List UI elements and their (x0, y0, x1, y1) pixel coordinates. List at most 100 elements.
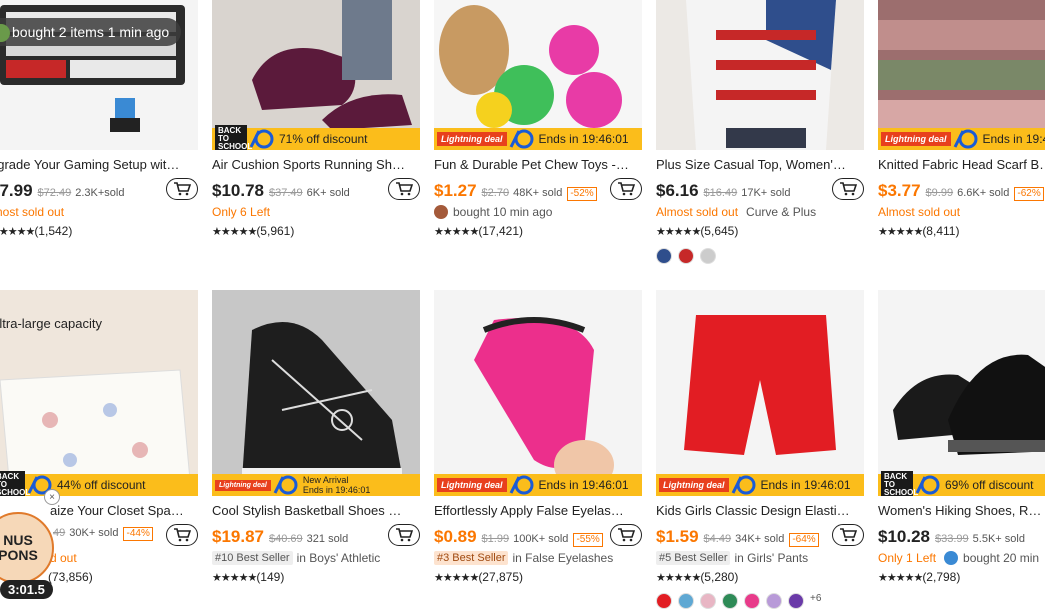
coupon-text-line2: PONS (0, 548, 38, 563)
product-price: $1.59 (656, 527, 699, 547)
stars-icon: ★★★★★ (434, 572, 478, 584)
banner-text: New Arrival Ends in 19:46:01 (303, 475, 371, 495)
original-price: $2.70 (482, 187, 510, 199)
product-image[interactable]: Ultra-large capacity BACK TO SCHOOL 44% … (0, 290, 198, 496)
product-price: 27.99 (0, 181, 33, 201)
stars-icon: ★★★★★ (212, 572, 256, 584)
add-to-cart-button[interactable] (832, 524, 864, 546)
product-title[interactable]: Fun & Durable Pet Chew Toys - Bon... (434, 157, 630, 172)
best-seller-badge: #3 Best Seller (434, 551, 508, 565)
add-to-cart-button[interactable] (610, 178, 642, 200)
product-card[interactable]: Lightning deal Ends in 19:46:01 Effortle… (434, 290, 642, 590)
color-swatches (656, 248, 716, 264)
color-swatch[interactable] (656, 248, 672, 264)
product-card[interactable]: Lightning deal Ends in 19:46:01 Fun & Du… (434, 0, 642, 250)
product-title[interactable]: Air Cushion Sports Running Shoes, ... (212, 157, 408, 172)
rating-count: (5,961) (256, 224, 294, 238)
recent-purchase-text: bought 20 min (963, 551, 1039, 565)
category-text[interactable]: Curve & Plus (746, 205, 816, 219)
product-image[interactable]: Lightning deal Ends in 19:46:01 (656, 290, 864, 496)
promo-banner: BACK TO SCHOOL 69% off discount (878, 474, 1045, 496)
stars-icon: ★★★★★ (656, 572, 700, 584)
product-title[interactable]: Kids Girls Classic Design Elastic Wais..… (656, 503, 852, 518)
promo-banner: Lightning deal Ends in 19:4 (878, 128, 1045, 150)
product-price: $3.77 (878, 181, 921, 201)
hiking-shoes-image (878, 290, 1045, 496)
product-card[interactable]: Lightning deal Ends in 19:46:01 Kids Gir… (656, 290, 864, 601)
add-to-cart-button[interactable] (388, 178, 420, 200)
product-image[interactable]: BACK TO SCHOOL 69% off discount (878, 290, 1045, 496)
best-seller-category[interactable]: in Boys' Athletic (297, 551, 381, 565)
original-price: $33.99 (935, 533, 969, 545)
color-swatch[interactable] (788, 593, 804, 609)
product-title[interactable]: Cool Stylish Basketball Shoes For Bo... (212, 503, 408, 518)
color-swatch[interactable] (656, 593, 672, 609)
recent-purchase: bought 10 min ago (434, 205, 552, 219)
color-swatch[interactable] (744, 593, 760, 609)
zero-percent-icon (273, 475, 299, 495)
rating: ★★★★★(5,961) (212, 224, 294, 238)
product-card[interactable]: Lightning deal Ends in 19:4 Knitted Fabr… (878, 0, 1045, 250)
add-to-cart-button[interactable] (166, 178, 198, 200)
color-swatch[interactable] (678, 248, 694, 264)
color-swatch[interactable] (766, 593, 782, 609)
original-price: $37.49 (269, 187, 303, 199)
product-card[interactable]: BACK TO SCHOOL 69% off discount Women's … (878, 290, 1045, 590)
discount-badge: -62% (1014, 187, 1043, 201)
rating: ★★★★★(8,411) (878, 224, 959, 238)
product-image[interactable]: BACK TO SCHOOL 71% off discount (212, 0, 420, 150)
rating-count: (27,875) (478, 570, 523, 584)
product-card[interactable]: BACK TO SCHOOL 71% off discount Air Cush… (212, 0, 420, 250)
product-title[interactable]: Knitted Fabric Head Scarf Band (878, 157, 1045, 172)
color-swatch[interactable] (700, 593, 716, 609)
add-to-cart-button[interactable] (832, 178, 864, 200)
product-image[interactable]: Lightning deal Ends in 19:46:01 (434, 290, 642, 496)
zero-percent-icon (731, 475, 757, 495)
product-card[interactable]: Lightning deal New Arrival Ends in 19:46… (212, 290, 420, 590)
add-to-cart-button[interactable] (388, 524, 420, 546)
color-swatch[interactable] (722, 593, 738, 609)
add-to-cart-button[interactable] (166, 524, 198, 546)
more-colors[interactable]: +6 (810, 593, 821, 609)
add-to-cart-button[interactable] (610, 524, 642, 546)
cart-icon (173, 182, 191, 196)
stock-status: Only 1 Leftbought 20 min (878, 551, 1039, 565)
product-title[interactable]: Plus Size Casual Top, Women's Plus ... (656, 157, 852, 172)
best-seller-category[interactable]: in Girls' Pants (734, 551, 808, 565)
stars-icon: ★★★★★ (878, 226, 922, 238)
promo-banner: Lightning deal New Arrival Ends in 19:46… (212, 474, 420, 496)
close-icon[interactable]: × (44, 489, 60, 505)
recent-purchase-text: bought 10 min ago (453, 205, 552, 219)
product-title[interactable]: pgrade Your Gaming Setup with th... (0, 157, 186, 172)
product-price: $1.27 (434, 181, 477, 201)
product-image[interactable]: Lightning deal Ends in 19:46:01 (434, 0, 642, 150)
color-swatch[interactable] (678, 593, 694, 609)
coupon-text-line1: NUS (3, 533, 33, 548)
stars-icon: ★★★★★ (212, 226, 256, 238)
zero-percent-icon (953, 129, 979, 149)
promo-banner: Lightning deal Ends in 19:46:01 (656, 474, 864, 496)
zero-percent-icon (249, 129, 275, 149)
product-card[interactable]: Plus Size Casual Top, Women's Plus ... $… (656, 0, 864, 270)
promo-banner: Lightning deal Ends in 19:46:01 (434, 474, 642, 496)
product-image[interactable]: Lightning deal Ends in 19:4 (878, 0, 1045, 150)
promo-banner: BACK TO SCHOOL 44% off discount (0, 474, 198, 496)
discount-badge: -52% (567, 187, 596, 201)
rating: ★★★★★(149) (212, 570, 284, 584)
rating-count: (8,411) (922, 224, 959, 238)
top-image (656, 0, 864, 150)
original-price: $16.49 (704, 187, 738, 199)
color-swatch[interactable] (700, 248, 716, 264)
banner-text: 71% off discount (279, 132, 368, 146)
product-image[interactable] (656, 0, 864, 150)
banner-text: Ends in 19:46:01 (539, 132, 629, 146)
rating: ★★★★★(5,645) (656, 224, 738, 238)
image-overlay-text: Ultra-large capacity (0, 316, 102, 331)
product-image[interactable]: Lightning deal New Arrival Ends in 19:46… (212, 290, 420, 496)
product-title[interactable]: Effortlessly Apply False Eyelashes wi... (434, 503, 630, 518)
original-price: $4.49 (704, 533, 732, 545)
rating-count: (2,798) (922, 570, 960, 584)
product-title[interactable]: aize Your Closet Space with thi... (50, 503, 186, 518)
product-title[interactable]: Women's Hiking Shoes, Runnin (878, 503, 1045, 518)
best-seller-category[interactable]: in False Eyelashes (512, 551, 613, 565)
